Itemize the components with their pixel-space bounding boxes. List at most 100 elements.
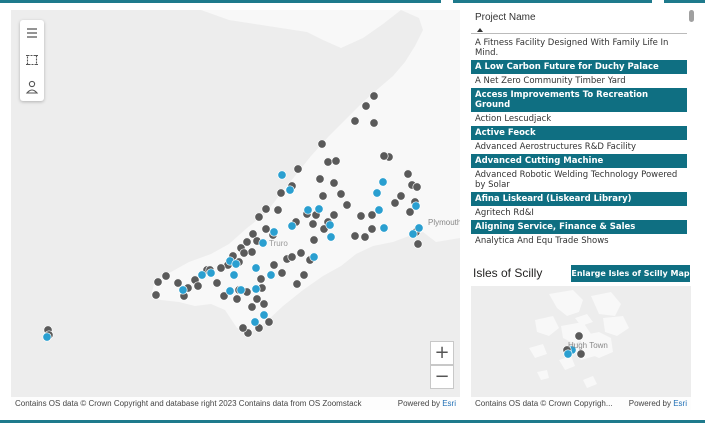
project-point-blue[interactable] xyxy=(379,223,389,233)
project-point-grey[interactable] xyxy=(293,164,303,174)
sort-ascending-icon[interactable] xyxy=(477,28,483,32)
project-list-item[interactable]: Active Feock xyxy=(471,126,687,140)
scilly-point-blue[interactable] xyxy=(563,349,573,359)
project-point-grey[interactable] xyxy=(323,157,333,167)
project-point-grey[interactable] xyxy=(247,302,257,312)
project-point-blue[interactable] xyxy=(277,170,287,180)
project-point-grey[interactable] xyxy=(252,294,262,304)
project-point-blue[interactable] xyxy=(411,201,421,211)
scilly-esri-link[interactable]: Esri xyxy=(673,399,687,408)
project-point-grey[interactable] xyxy=(287,252,297,262)
project-point-blue[interactable] xyxy=(378,177,388,187)
project-point-grey[interactable] xyxy=(360,232,370,242)
project-point-grey[interactable] xyxy=(390,198,400,208)
project-point-blue[interactable] xyxy=(285,185,295,195)
rectangle-select-icon[interactable] xyxy=(23,51,41,69)
project-point-grey[interactable] xyxy=(276,188,286,198)
project-point-grey[interactable] xyxy=(369,91,379,101)
list-scrollbar[interactable] xyxy=(689,10,694,258)
project-name-header[interactable]: Project Name xyxy=(475,12,536,23)
enlarge-scilly-map-button[interactable]: Enlarge Isles of Scilly Map xyxy=(571,265,690,282)
project-point-grey[interactable] xyxy=(216,263,226,273)
project-point-grey[interactable] xyxy=(256,274,266,284)
project-point-grey[interactable] xyxy=(151,290,161,300)
project-point-blue[interactable] xyxy=(372,188,382,198)
project-point-blue[interactable] xyxy=(408,229,418,239)
project-point-grey[interactable] xyxy=(232,294,242,304)
project-point-blue[interactable] xyxy=(206,268,216,278)
project-point-grey[interactable] xyxy=(269,260,279,270)
esri-link[interactable]: Esri xyxy=(442,399,456,408)
hamburger-menu-icon[interactable] xyxy=(23,24,41,42)
project-point-blue[interactable] xyxy=(326,232,336,242)
project-point-grey[interactable] xyxy=(403,169,413,179)
project-point-blue[interactable] xyxy=(374,205,384,215)
project-point-grey[interactable] xyxy=(379,151,389,161)
project-point-grey[interactable] xyxy=(238,323,248,333)
project-point-grey[interactable] xyxy=(153,277,163,287)
project-point-grey[interactable] xyxy=(329,210,339,220)
project-list-item[interactable]: A Net Zero Community Timber Yard xyxy=(471,74,687,88)
project-point-blue[interactable] xyxy=(236,285,246,295)
project-point-blue[interactable] xyxy=(303,205,313,215)
project-point-grey[interactable] xyxy=(361,101,371,111)
project-point-blue[interactable] xyxy=(231,259,241,269)
project-point-grey[interactable] xyxy=(193,281,203,291)
scrollbar-thumb[interactable] xyxy=(689,10,694,22)
project-list-item[interactable]: A Fitness Facility Designed With Family … xyxy=(471,36,687,60)
project-point-grey[interactable] xyxy=(173,278,183,288)
project-point-blue[interactable] xyxy=(314,204,324,214)
project-point-blue[interactable] xyxy=(42,332,52,342)
project-list-item[interactable]: Agritech Rd&I xyxy=(471,206,687,220)
project-point-blue[interactable] xyxy=(266,270,276,280)
project-list-item[interactable]: Advanced Cutting Machine xyxy=(471,154,687,168)
project-point-blue[interactable] xyxy=(178,285,188,295)
project-point-grey[interactable] xyxy=(369,118,379,128)
project-point-grey[interactable] xyxy=(261,224,271,234)
project-point-blue[interactable] xyxy=(197,270,207,280)
project-point-blue[interactable] xyxy=(287,221,297,231)
project-point-grey[interactable] xyxy=(412,182,422,192)
project-point-blue[interactable] xyxy=(225,286,235,296)
project-point-blue[interactable] xyxy=(259,310,269,320)
project-point-grey[interactable] xyxy=(261,204,271,214)
project-point-grey[interactable] xyxy=(273,205,283,215)
project-point-grey[interactable] xyxy=(318,191,328,201)
project-point-grey[interactable] xyxy=(396,191,406,201)
zoom-out-button[interactable]: − xyxy=(430,365,454,389)
project-point-grey[interactable] xyxy=(317,139,327,149)
project-point-grey[interactable] xyxy=(309,235,319,245)
project-point-grey[interactable] xyxy=(356,211,366,221)
project-list-item[interactable]: Aligning Service, Finance & Sales xyxy=(471,220,687,234)
scilly-map[interactable]: Hugh Town Contains OS data © Crown Copyr… xyxy=(471,286,691,410)
project-point-blue[interactable] xyxy=(250,317,260,327)
project-point-blue[interactable] xyxy=(251,284,261,294)
project-point-grey[interactable] xyxy=(367,224,377,234)
project-point-grey[interactable] xyxy=(336,189,346,199)
project-point-grey[interactable] xyxy=(308,219,318,229)
scilly-point-grey[interactable] xyxy=(574,331,584,341)
main-map[interactable]: Plymouth Truro + − Contains OS data © Cr… xyxy=(11,10,460,410)
project-point-grey[interactable] xyxy=(161,271,171,281)
project-point-grey[interactable] xyxy=(329,178,339,188)
project-list-item[interactable]: Advanced Aerostructures R&D Facility xyxy=(471,140,687,154)
project-list-item[interactable]: Access Improvements To Recreation Ground xyxy=(471,88,687,112)
zoom-in-button[interactable]: + xyxy=(430,341,454,365)
project-point-grey[interactable] xyxy=(367,210,377,220)
project-list-item[interactable]: Analytica And Equ Trade Shows xyxy=(471,234,687,248)
project-point-grey[interactable] xyxy=(212,278,222,288)
project-point-grey[interactable] xyxy=(259,299,269,309)
project-point-grey[interactable] xyxy=(331,156,341,166)
map-canvas[interactable] xyxy=(11,10,460,410)
project-list-item[interactable]: Action Lescudjack xyxy=(471,112,687,126)
project-point-grey[interactable] xyxy=(350,116,360,126)
project-list-item[interactable]: A Low Carbon Future for Duchy Palace xyxy=(471,60,687,74)
project-list-item[interactable]: Advanced Robotic Welding Technology Powe… xyxy=(471,168,687,192)
project-point-grey[interactable] xyxy=(254,212,264,222)
project-point-grey[interactable] xyxy=(239,248,249,258)
project-point-blue[interactable] xyxy=(325,220,335,230)
project-point-blue[interactable] xyxy=(251,263,261,273)
project-point-blue[interactable] xyxy=(229,270,239,280)
project-point-grey[interactable] xyxy=(296,248,306,258)
person-select-icon[interactable] xyxy=(23,78,41,96)
